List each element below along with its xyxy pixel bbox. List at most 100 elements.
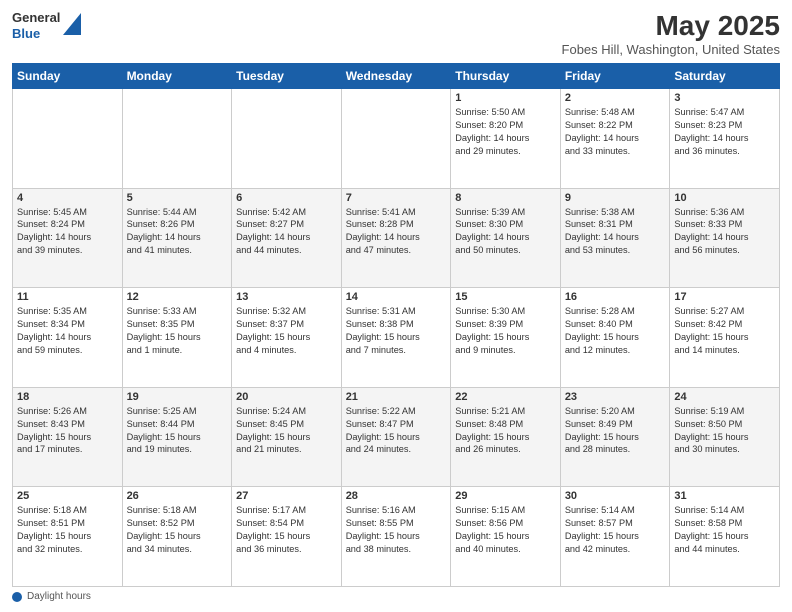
table-row: 2 Sunrise: 5:48 AM Sunset: 8:22 PM Daylig… — [560, 89, 670, 189]
day-info: Sunrise: 5:44 AM Sunset: 8:26 PM Dayligh… — [127, 206, 228, 258]
table-row — [13, 89, 123, 189]
table-row: 23Sunrise: 5:20 AM Sunset: 8:49 PM Dayli… — [560, 387, 670, 487]
table-row: 3 Sunrise: 5:47 AM Sunset: 8:23 PM Daylig… — [670, 89, 780, 189]
table-row: 17Sunrise: 5:27 AM Sunset: 8:42 PM Dayli… — [670, 288, 780, 388]
calendar-week-row: 4Sunrise: 5:45 AM Sunset: 8:24 PM Daylig… — [13, 188, 780, 288]
table-row: 4Sunrise: 5:45 AM Sunset: 8:24 PM Daylig… — [13, 188, 123, 288]
day-info: Sunrise: 5:27 AM Sunset: 8:42 PM Dayligh… — [674, 305, 775, 357]
table-row: 9 Sunrise: 5:38 AM Sunset: 8:31 PM Daylig… — [560, 188, 670, 288]
calendar-header-row: Sunday Monday Tuesday Wednesday Thursday… — [13, 64, 780, 89]
table-row: 6 Sunrise: 5:42 AM Sunset: 8:27 PM Daylig… — [232, 188, 342, 288]
day-info: Sunrise: 5:32 AM Sunset: 8:37 PM Dayligh… — [236, 305, 337, 357]
day-number: 27 — [236, 490, 337, 502]
table-row: 15Sunrise: 5:30 AM Sunset: 8:39 PM Dayli… — [451, 288, 561, 388]
day-number: 31 — [674, 490, 775, 502]
table-row: 5 Sunrise: 5:44 AM Sunset: 8:26 PM Daylig… — [122, 188, 232, 288]
table-row: 18 Sunrise: 5:26 AM Sunset: 8:43 PM Dayli… — [13, 387, 123, 487]
day-info: Sunrise: 5:39 AM Sunset: 8:30 PM Dayligh… — [455, 206, 556, 258]
table-row: 28Sunrise: 5:16 AM Sunset: 8:55 PM Dayli… — [341, 487, 451, 587]
table-row: 8 Sunrise: 5:39 AM Sunset: 8:30 PM Daylig… — [451, 188, 561, 288]
day-number: 1 — [455, 92, 556, 104]
day-number: 5 — [127, 192, 228, 204]
table-row — [341, 89, 451, 189]
day-number: 13 — [236, 291, 337, 303]
table-row: 24 Sunrise: 5:19 AM Sunset: 8:50 PM Dayli… — [670, 387, 780, 487]
table-row: 14Sunrise: 5:31 AM Sunset: 8:38 PM Dayli… — [341, 288, 451, 388]
footer: Daylight hours — [12, 591, 780, 602]
day-info: Sunrise: 5:31 AM Sunset: 8:38 PM Dayligh… — [346, 305, 447, 357]
day-info: Sunrise: 5:38 AM Sunset: 8:31 PM Dayligh… — [565, 206, 666, 258]
month-title: May 2025 — [562, 10, 780, 42]
day-number: 24 — [674, 391, 775, 403]
day-number: 6 — [236, 192, 337, 204]
day-info: Sunrise: 5:18 AM Sunset: 8:51 PM Dayligh… — [17, 504, 118, 556]
day-number: 9 — [565, 192, 666, 204]
day-number: 19 — [127, 391, 228, 403]
day-info: Sunrise: 5:25 AM Sunset: 8:44 PM Dayligh… — [127, 405, 228, 457]
table-row: 29Sunrise: 5:15 AM Sunset: 8:56 PM Dayli… — [451, 487, 561, 587]
day-info: Sunrise: 5:47 AM Sunset: 8:23 PM Dayligh… — [674, 106, 775, 158]
day-info: Sunrise: 5:14 AM Sunset: 8:57 PM Dayligh… — [565, 504, 666, 556]
day-info: Sunrise: 5:28 AM Sunset: 8:40 PM Dayligh… — [565, 305, 666, 357]
calendar-table: Sunday Monday Tuesday Wednesday Thursday… — [12, 63, 780, 587]
day-number: 22 — [455, 391, 556, 403]
table-row: 25 Sunrise: 5:18 AM Sunset: 8:51 PM Dayli… — [13, 487, 123, 587]
table-row: 12Sunrise: 5:33 AM Sunset: 8:35 PM Dayli… — [122, 288, 232, 388]
day-number: 26 — [127, 490, 228, 502]
col-monday: Monday — [122, 64, 232, 89]
day-info: Sunrise: 5:22 AM Sunset: 8:47 PM Dayligh… — [346, 405, 447, 457]
day-info: Sunrise: 5:19 AM Sunset: 8:50 PM Dayligh… — [674, 405, 775, 457]
day-info: Sunrise: 5:14 AM Sunset: 8:58 PM Dayligh… — [674, 504, 775, 556]
day-number: 21 — [346, 391, 447, 403]
calendar-week-row: 11Sunrise: 5:35 AM Sunset: 8:34 PM Dayli… — [13, 288, 780, 388]
day-info: Sunrise: 5:24 AM Sunset: 8:45 PM Dayligh… — [236, 405, 337, 457]
table-row: 1 Sunrise: 5:50 AM Sunset: 8:20 PM Daylig… — [451, 89, 561, 189]
day-number: 25 — [17, 490, 118, 502]
day-number: 2 — [565, 92, 666, 104]
col-friday: Friday — [560, 64, 670, 89]
table-row: 27 Sunrise: 5:17 AM Sunset: 8:54 PM Dayli… — [232, 487, 342, 587]
day-number: 3 — [674, 92, 775, 104]
day-info: Sunrise: 5:48 AM Sunset: 8:22 PM Dayligh… — [565, 106, 666, 158]
col-saturday: Saturday — [670, 64, 780, 89]
calendar-week-row: 18 Sunrise: 5:26 AM Sunset: 8:43 PM Dayli… — [13, 387, 780, 487]
day-number: 23 — [565, 391, 666, 403]
day-number: 28 — [346, 490, 447, 502]
table-row: 22 Sunrise: 5:21 AM Sunset: 8:48 PM Dayli… — [451, 387, 561, 487]
calendar-week-row: 1 Sunrise: 5:50 AM Sunset: 8:20 PM Daylig… — [13, 89, 780, 189]
day-info: Sunrise: 5:50 AM Sunset: 8:20 PM Dayligh… — [455, 106, 556, 158]
table-row: 13 Sunrise: 5:32 AM Sunset: 8:37 PM Dayli… — [232, 288, 342, 388]
table-row — [122, 89, 232, 189]
day-info: Sunrise: 5:36 AM Sunset: 8:33 PM Dayligh… — [674, 206, 775, 258]
table-row: 31 Sunrise: 5:14 AM Sunset: 8:58 PM Dayli… — [670, 487, 780, 587]
day-number: 20 — [236, 391, 337, 403]
day-info: Sunrise: 5:18 AM Sunset: 8:52 PM Dayligh… — [127, 504, 228, 556]
table-row: 20 Sunrise: 5:24 AM Sunset: 8:45 PM Dayli… — [232, 387, 342, 487]
header: General Blue May 2025 Fobes Hill, Washin… — [12, 10, 780, 57]
col-thursday: Thursday — [451, 64, 561, 89]
logo-text: General Blue — [12, 10, 60, 41]
table-row: 16Sunrise: 5:28 AM Sunset: 8:40 PM Dayli… — [560, 288, 670, 388]
day-info: Sunrise: 5:15 AM Sunset: 8:56 PM Dayligh… — [455, 504, 556, 556]
day-info: Sunrise: 5:26 AM Sunset: 8:43 PM Dayligh… — [17, 405, 118, 457]
title-section: May 2025 Fobes Hill, Washington, United … — [562, 10, 780, 57]
day-number: 10 — [674, 192, 775, 204]
day-info: Sunrise: 5:42 AM Sunset: 8:27 PM Dayligh… — [236, 206, 337, 258]
page: General Blue May 2025 Fobes Hill, Washin… — [0, 0, 792, 612]
table-row: 19 Sunrise: 5:25 AM Sunset: 8:44 PM Dayli… — [122, 387, 232, 487]
day-number: 7 — [346, 192, 447, 204]
day-info: Sunrise: 5:21 AM Sunset: 8:48 PM Dayligh… — [455, 405, 556, 457]
footer-label: Daylight hours — [27, 591, 91, 602]
table-row: 30Sunrise: 5:14 AM Sunset: 8:57 PM Dayli… — [560, 487, 670, 587]
day-number: 8 — [455, 192, 556, 204]
logo-icon — [63, 13, 81, 35]
table-row: 7 Sunrise: 5:41 AM Sunset: 8:28 PM Daylig… — [341, 188, 451, 288]
day-info: Sunrise: 5:41 AM Sunset: 8:28 PM Dayligh… — [346, 206, 447, 258]
col-wednesday: Wednesday — [341, 64, 451, 89]
day-number: 11 — [17, 291, 118, 303]
footer-dot — [12, 592, 22, 602]
table-row: 26 Sunrise: 5:18 AM Sunset: 8:52 PM Dayli… — [122, 487, 232, 587]
day-number: 18 — [17, 391, 118, 403]
location: Fobes Hill, Washington, United States — [562, 42, 780, 57]
day-info: Sunrise: 5:17 AM Sunset: 8:54 PM Dayligh… — [236, 504, 337, 556]
